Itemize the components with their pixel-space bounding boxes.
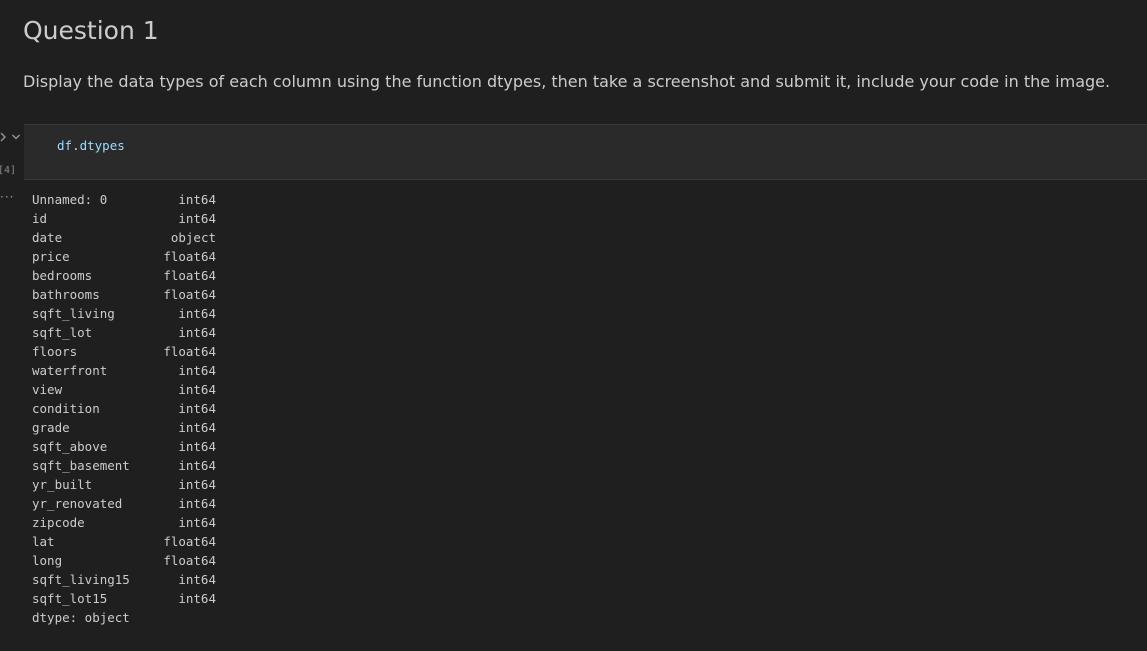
column-name: sqft_living15 (32, 572, 130, 587)
column-name: sqft_lot (32, 325, 93, 340)
column-dtype: int64 (178, 477, 216, 492)
markdown-paragraph: Display the data types of each column us… (23, 72, 1111, 91)
column-dtype: int64 (178, 211, 216, 226)
output-row: floors float64 (32, 343, 216, 362)
output-row: sqft_lot15 int64 (32, 590, 216, 609)
column-dtype: float64 (163, 287, 216, 302)
column-dtype: int64 (178, 363, 216, 378)
column-name: sqft_above (32, 439, 108, 454)
column-name: price (32, 249, 70, 264)
column-name: sqft_basement (32, 458, 130, 473)
column-dtype: int64 (178, 401, 216, 416)
output-row: view int64 (32, 381, 216, 400)
output-row: sqft_lot int64 (32, 324, 216, 343)
column-dtype: int64 (178, 458, 216, 473)
column-name: floors (32, 344, 78, 359)
output-row: yr_renovated int64 (32, 495, 216, 514)
column-name: id (32, 211, 48, 226)
output-row: grade int64 (32, 419, 216, 438)
output-row: zipcode int64 (32, 514, 216, 533)
output-row: price float64 (32, 248, 216, 267)
output-footer: dtype: object (32, 610, 130, 625)
output-row: sqft_living int64 (32, 305, 216, 324)
column-dtype: int64 (178, 420, 216, 435)
column-name: waterfront (32, 363, 108, 378)
column-name: condition (32, 401, 100, 416)
column-dtype: float64 (163, 268, 216, 283)
column-name: sqft_lot15 (32, 591, 108, 606)
column-name: Unnamed: 0 (32, 192, 108, 207)
output-row: bedrooms float64 (32, 267, 216, 286)
column-name: zipcode (32, 515, 85, 530)
column-dtype: float64 (163, 553, 216, 568)
column-dtype: int64 (178, 439, 216, 454)
column-name: view (32, 382, 63, 397)
output-row: lat float64 (32, 533, 216, 552)
column-dtype: int64 (178, 192, 216, 207)
output-row: sqft_above int64 (32, 438, 216, 457)
output-row: long float64 (32, 552, 216, 571)
column-name: yr_built (32, 477, 93, 492)
column-name: lat (32, 534, 55, 549)
column-dtype: int64 (178, 306, 216, 321)
code-attribute: dtypes (79, 138, 125, 153)
column-name: date (32, 230, 63, 245)
column-dtype: int64 (178, 572, 216, 587)
column-dtype: int64 (178, 325, 216, 340)
output-row: id int64 (32, 210, 216, 229)
output-row: sqft_living15 int64 (32, 571, 216, 590)
column-name: yr_renovated (32, 496, 123, 511)
column-name: bedrooms (32, 268, 93, 283)
more-actions-icon[interactable]: ··· (0, 191, 14, 203)
code-dot: . (72, 138, 80, 153)
output-row: waterfront int64 (32, 362, 216, 381)
execution-count: [4] (0, 165, 17, 176)
output-row: bathrooms float64 (32, 286, 216, 305)
column-dtype: int64 (178, 382, 216, 397)
output-row: condition int64 (32, 400, 216, 419)
column-name: long (32, 553, 63, 568)
column-dtype: int64 (178, 591, 216, 606)
code-line[interactable]: df.dtypes (57, 138, 125, 154)
column-name: grade (32, 420, 70, 435)
column-dtype: int64 (178, 515, 216, 530)
cell-output: Unnamed: 0 int64 id int64 date object price flo… (32, 191, 216, 628)
output-row: sqft_basement int64 (32, 457, 216, 476)
column-dtype: float64 (163, 249, 216, 264)
column-dtype: int64 (178, 496, 216, 511)
output-row: yr_built int64 (32, 476, 216, 495)
output-row: Unnamed: 0 int64 (32, 191, 216, 210)
column-dtype: float64 (163, 344, 216, 359)
column-name: bathrooms (32, 287, 100, 302)
code-cell[interactable]: df.dtypes (24, 124, 1147, 180)
output-row: date object (32, 229, 216, 248)
column-dtype: float64 (163, 534, 216, 549)
code-variable: df (57, 138, 73, 153)
chevron-right-icon[interactable] (0, 127, 8, 146)
chevron-down-icon[interactable] (11, 127, 21, 146)
column-name: sqft_living (32, 306, 115, 321)
column-dtype: object (170, 230, 216, 245)
markdown-heading: Question 1 (23, 16, 159, 45)
